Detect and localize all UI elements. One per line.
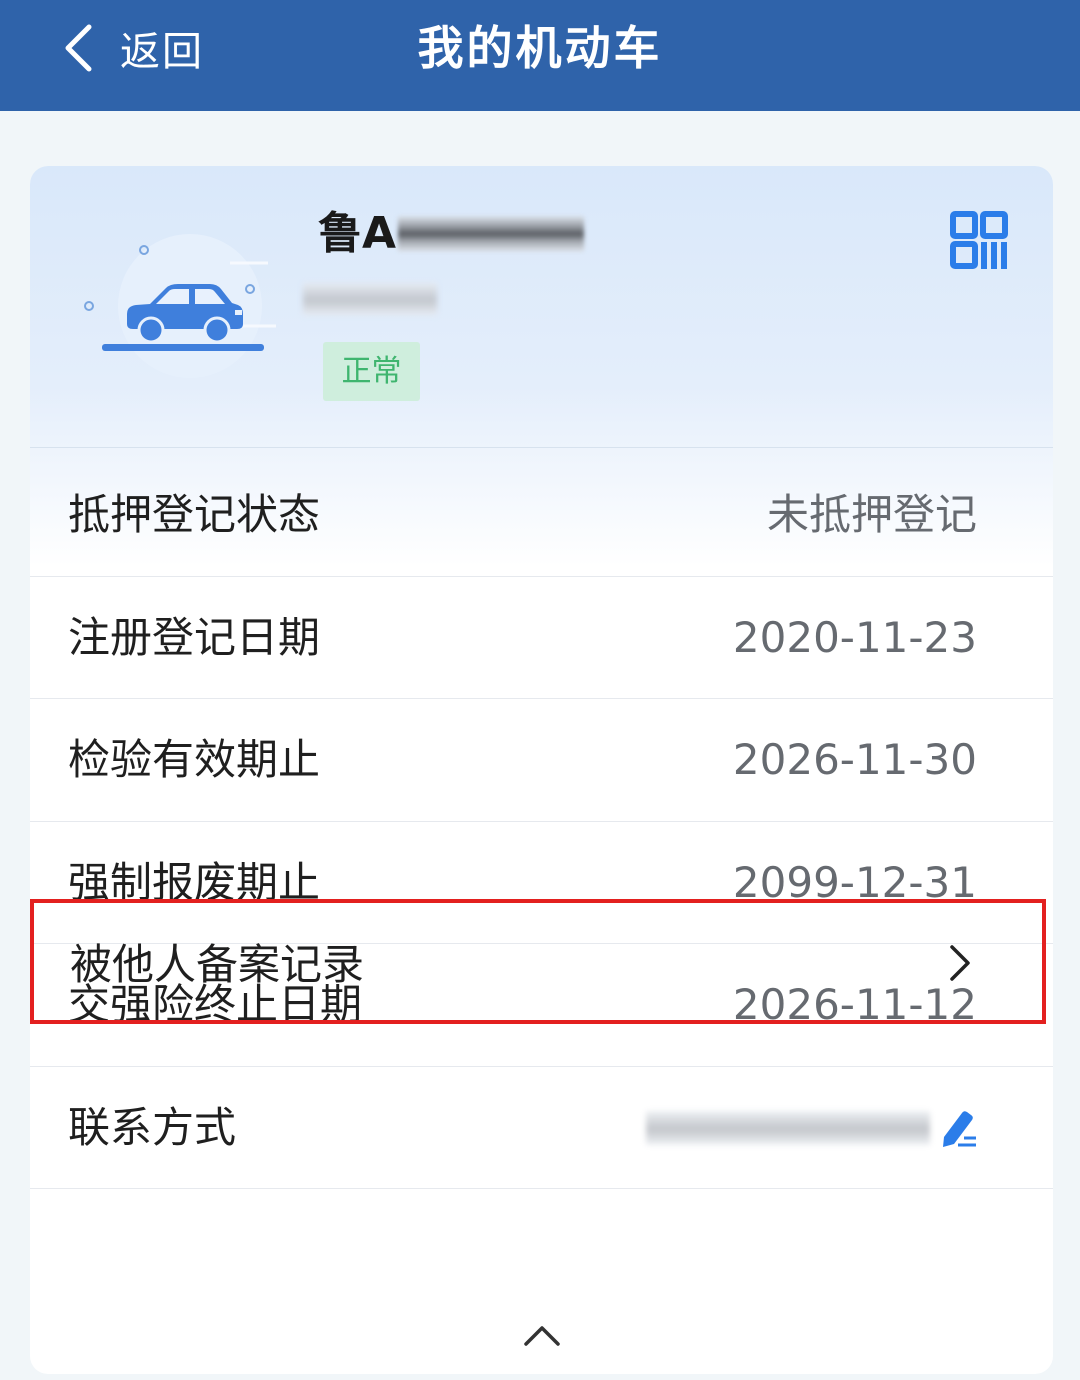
top-nav-bar: 返回 我的机动车	[0, 0, 1080, 111]
filing-record-row[interactable]: 被他人备案记录	[30, 899, 1046, 1024]
owner-name-redacted	[303, 283, 437, 315]
page-title: 我的机动车	[417, 21, 663, 75]
qr-code-icon[interactable]	[950, 211, 1008, 269]
contact-row: 联系方式	[30, 1067, 1053, 1189]
row-value: 2026-11-30	[732, 735, 977, 784]
status-badge: 正常	[323, 342, 420, 401]
license-plate-prefix: 鲁A	[318, 208, 397, 259]
license-plate: 鲁A	[318, 206, 585, 262]
contact-redacted	[646, 1110, 930, 1145]
mortgage-status-row: 抵押登记状态 未抵押登记	[30, 454, 1053, 577]
car-icon	[84, 234, 276, 378]
vehicle-info-list: 抵押登记状态 未抵押登记 注册登记日期 2020-11-23 检验有效期止 20…	[30, 454, 1053, 1189]
chevron-right-icon	[950, 945, 970, 981]
row-value: 未抵押登记	[766, 490, 977, 539]
license-plate-redacted	[398, 216, 585, 252]
row-value: 2020-11-23	[732, 612, 977, 662]
vehicle-card: 鲁A 正常 抵押登记状态 未抵押登记 注册登记日期 2020-11-23 检验有…	[30, 166, 1053, 1374]
divider	[30, 447, 1053, 448]
filing-record-label: 被他人备案记录	[70, 940, 365, 989]
registration-date-row: 注册登记日期 2020-11-23	[30, 577, 1053, 699]
row-label: 注册登记日期	[68, 612, 321, 662]
chevron-up-icon[interactable]	[520, 1316, 564, 1352]
row-label: 抵押登记状态	[68, 490, 321, 539]
row-label: 检验有效期止	[68, 735, 321, 784]
inspection-valid-until-row: 检验有效期止 2026-11-30	[30, 699, 1053, 822]
row-label: 联系方式	[68, 1102, 237, 1152]
edit-icon[interactable]	[938, 1107, 980, 1149]
